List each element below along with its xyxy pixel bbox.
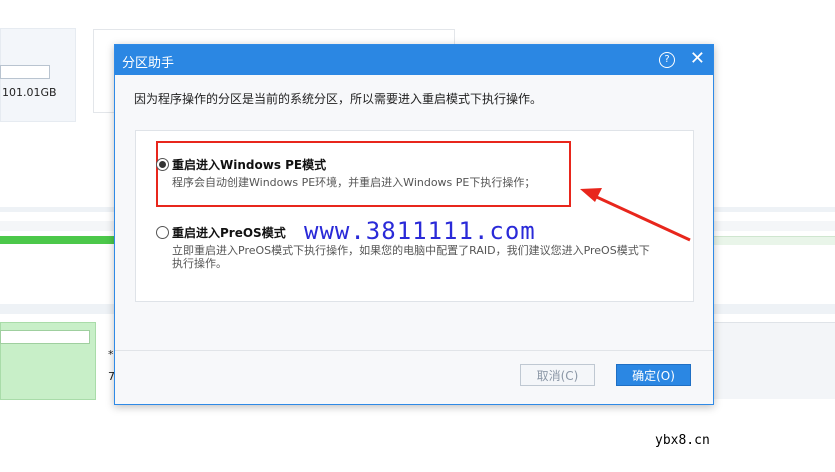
background-disk-usage-bar [0, 236, 115, 244]
background-right-panel [714, 322, 835, 399]
dialog-titlebar[interactable]: 分区助手 ? ✕ [115, 45, 713, 75]
background-partition-block-bar [0, 330, 90, 344]
option-preos-description: 立即重启进入PreOS模式下执行操作，如果您的电脑中配置了RAID，我们建议您进… [172, 244, 650, 270]
cancel-button[interactable]: 取消(C) [520, 364, 595, 386]
help-icon[interactable]: ? [659, 52, 675, 68]
radio-windows-pe[interactable] [156, 158, 169, 171]
footer-site-text: ybx8.cn [655, 433, 710, 448]
background-char: * [108, 348, 114, 361]
option-windows-pe-title: 重启进入Windows PE模式 [172, 158, 327, 172]
background-disk-usage-bar-right [714, 236, 835, 245]
dialog-message: 因为程序操作的分区是当前的系统分区，所以需要进入重启模式下执行操作。 [134, 92, 543, 106]
red-arrow-icon [580, 188, 691, 242]
option-preos-title: 重启进入PreOS模式 [172, 226, 286, 240]
dialog-divider [115, 350, 713, 351]
red-highlight-box [156, 141, 571, 207]
watermark-text: www.3811111.com [304, 217, 536, 245]
radio-preos[interactable] [156, 226, 169, 239]
background-partition-size: 101.01GB [2, 86, 57, 99]
dialog-title: 分区助手 [122, 56, 175, 71]
close-icon[interactable]: ✕ [690, 49, 705, 69]
ok-button[interactable]: 确定(O) [616, 364, 691, 386]
background-partition-bar [0, 65, 50, 79]
